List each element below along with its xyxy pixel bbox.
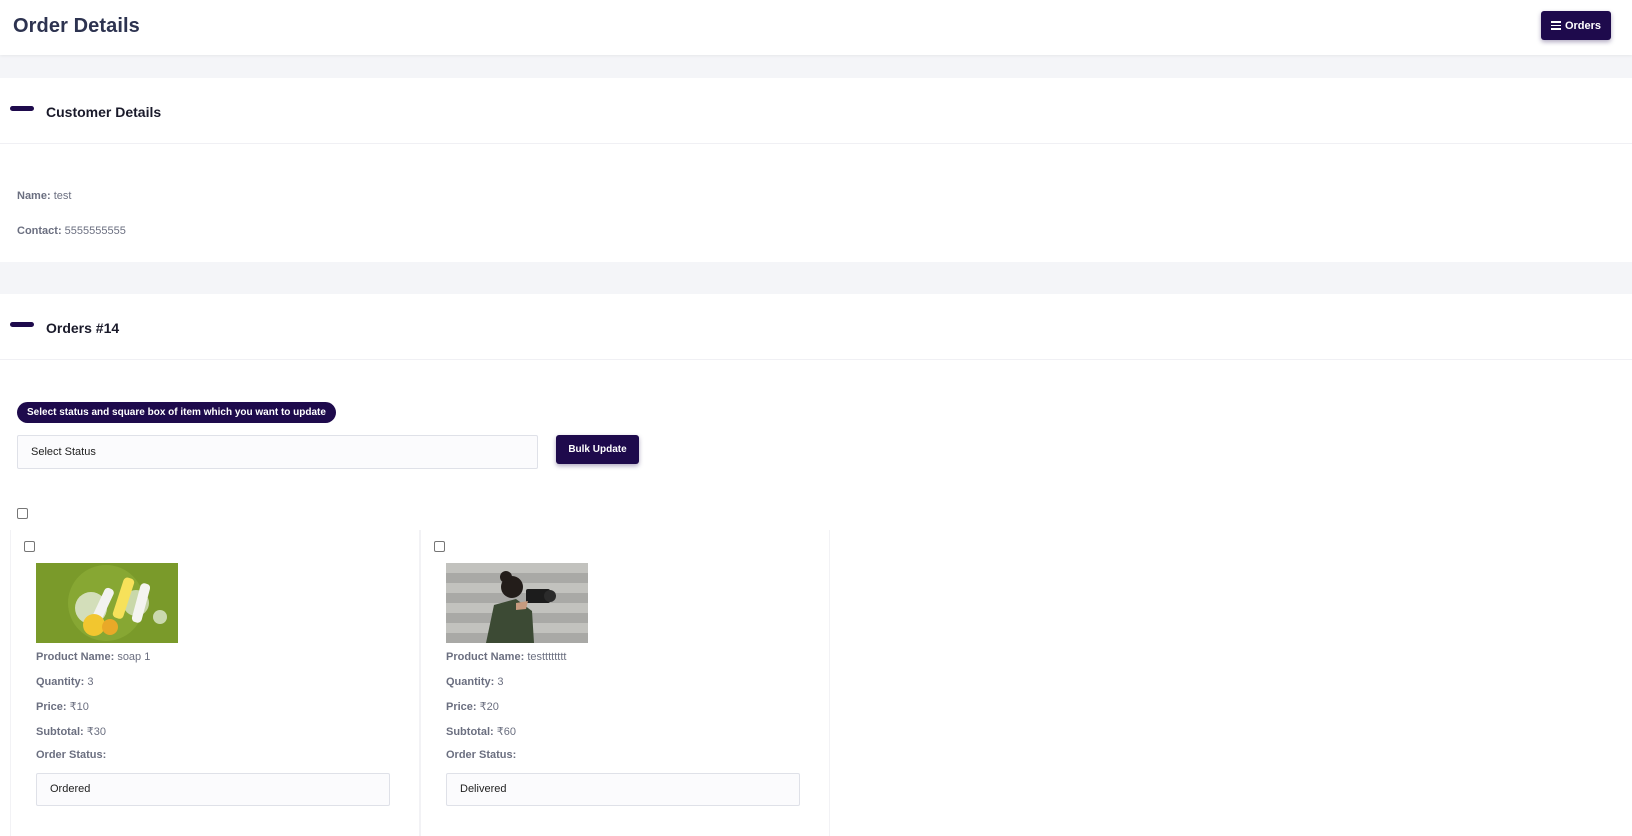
- product-quantity: Quantity: 3: [446, 676, 504, 688]
- order-item-card: Product Name: soap 1 Quantity: 3 Price: …: [10, 530, 420, 836]
- item-checkbox[interactable]: [434, 541, 445, 552]
- page-title: Order Details: [13, 15, 140, 37]
- dash-icon: [10, 322, 34, 327]
- customer-name: Name: test: [17, 190, 72, 202]
- product-price: Price: ₹10: [36, 701, 89, 713]
- select-all-checkbox[interactable]: [17, 508, 28, 519]
- customer-details-header: Customer Details: [0, 78, 1632, 144]
- product-subtotal: Subtotal: ₹60: [446, 726, 516, 738]
- product-image: [36, 563, 178, 643]
- dash-icon: [10, 106, 34, 111]
- product-name: Product Name: soap 1: [36, 651, 151, 663]
- orders-title: Orders #14: [46, 320, 120, 336]
- customer-contact: Contact: 5555555555: [17, 225, 126, 237]
- product-name: Product Name: testttttttt: [446, 651, 567, 663]
- order-status-label: Order Status:: [36, 749, 107, 761]
- customer-details-title: Customer Details: [46, 104, 162, 120]
- top-bar: Order Details Orders: [0, 0, 1632, 55]
- bulk-status-select[interactable]: Select Status: [17, 435, 538, 469]
- orders-button-label: Orders: [1564, 19, 1602, 32]
- update-hint-badge: Select status and square box of item whi…: [17, 402, 336, 423]
- product-image: [446, 563, 588, 643]
- item-checkbox[interactable]: [24, 541, 35, 552]
- order-status-select[interactable]: Delivered: [446, 773, 800, 806]
- customer-details-card: Customer Details Name: test Contact: 555…: [0, 78, 1632, 262]
- product-subtotal: Subtotal: ₹30: [36, 726, 106, 738]
- bulk-update-button[interactable]: Bulk Update: [556, 435, 639, 464]
- order-item-card: Product Name: testttttttt Quantity: 3 Pr…: [420, 530, 830, 836]
- product-quantity: Quantity: 3: [36, 676, 94, 688]
- list-icon: [1550, 21, 1561, 30]
- order-status-label: Order Status:: [446, 749, 517, 761]
- order-status-select[interactable]: Ordered: [36, 773, 390, 806]
- orders-button[interactable]: Orders: [1541, 11, 1611, 40]
- product-price: Price: ₹20: [446, 701, 499, 713]
- orders-header: Orders #14: [0, 294, 1632, 360]
